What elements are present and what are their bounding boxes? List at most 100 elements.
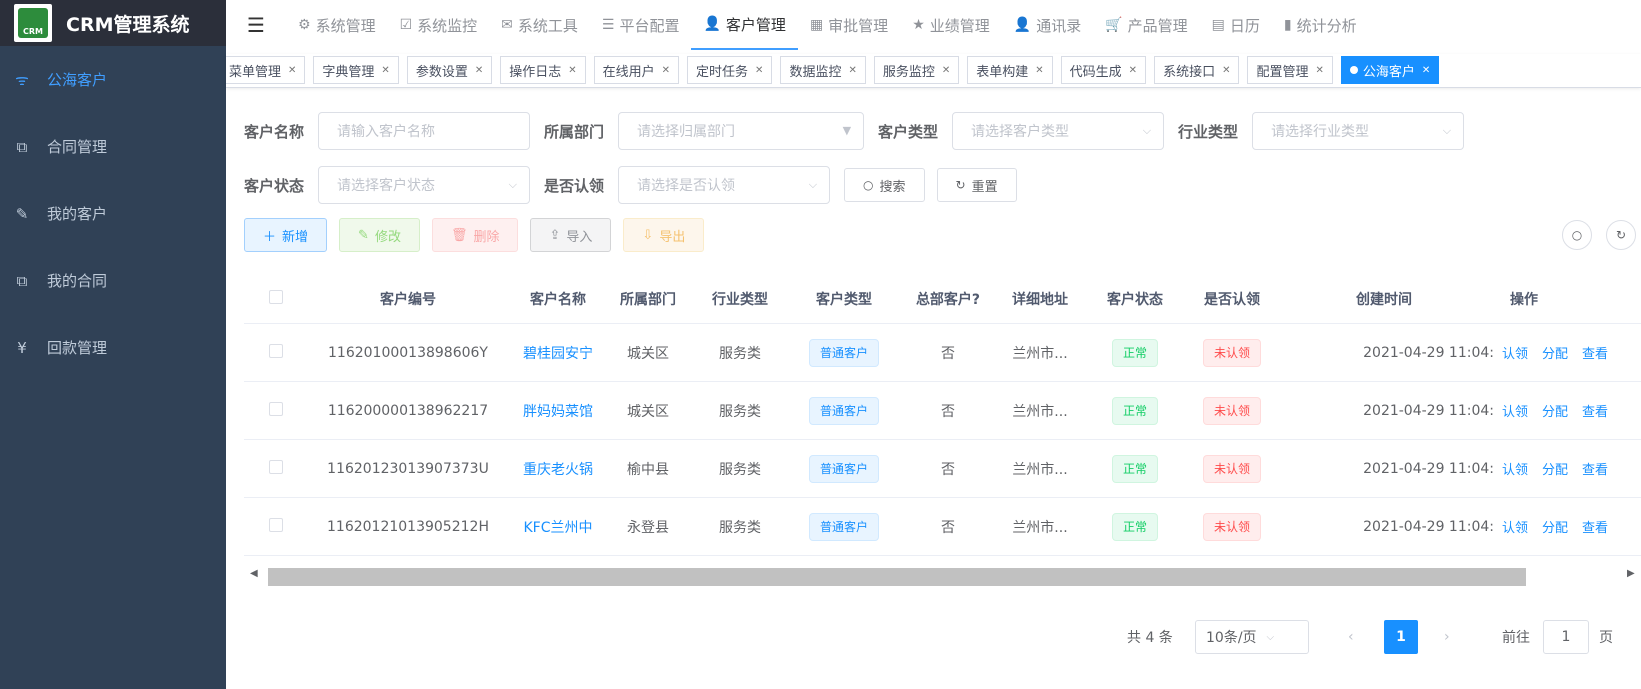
view-link[interactable]: 查看 [1582,517,1608,536]
topnav-platform[interactable]: ☰ 平台配置 [590,0,692,50]
tag-form-build[interactable]: 表单构建 ✕ [967,56,1053,84]
close-icon[interactable]: ✕ [288,65,296,76]
department-select[interactable]: 请选择归属部门 ▼ [618,112,865,150]
export-button[interactable]: ⇩ 导出 [623,218,705,252]
close-icon[interactable]: ✕ [381,65,389,76]
topnav-calendar[interactable]: ▤ 日历 [1200,0,1272,50]
industry-type-select[interactable]: 请选择行业类型 ⌵ [1252,112,1465,150]
sidebar-item-my-contracts[interactable]: ⧉ 我的合同 [0,247,226,314]
claim-link[interactable]: 认领 [1502,459,1528,478]
tag-server-monitor[interactable]: 服务监控 ✕ [873,56,960,84]
tag-dict-mgmt[interactable]: 字典管理 ✕ [313,56,399,84]
close-icon[interactable]: ✕ [475,65,483,76]
cell-name-link[interactable]: 重庆老火锅 [508,459,608,479]
topnav-label: 审批管理 [828,16,889,35]
close-icon[interactable]: ✕ [568,65,576,76]
logo-area[interactable]: CRM CRM管理系统 [0,0,226,46]
close-icon[interactable]: ✕ [1315,65,1323,76]
claimed-select[interactable]: 请选择是否认领 ⌵ [618,166,831,204]
reset-button[interactable]: ↻ 重置 [936,168,1017,202]
table-row[interactable]: 116200000138962217 胖妈妈菜馆 城关区 服务类 普通客户 否 … [244,382,1641,440]
close-icon[interactable]: ✕ [942,65,950,76]
row-checkbox[interactable] [269,343,283,358]
close-icon[interactable]: ✕ [1035,65,1043,76]
tag-oplog[interactable]: 操作日志 ✕ [500,56,586,84]
tag-public-customers[interactable]: 公海客户 ✕ [1340,56,1440,84]
cell-name-link[interactable]: KFC兰州中 [508,517,608,537]
sidebar-item-contracts[interactable]: ⧉ 合同管理 [0,113,226,180]
cell-name-link[interactable]: 胖妈妈菜馆 [508,401,608,421]
tag-config[interactable]: 配置管理 ✕ [1247,56,1333,84]
customer-type-select[interactable]: 请选择客户类型 ⌵ [952,112,1165,150]
search-toggle-icon[interactable]: ○ [1562,220,1592,250]
sidebar-item-payments[interactable]: ¥ 回款管理 [0,314,226,381]
customer-name-input[interactable]: 请输入客户名称 [318,112,531,150]
goto-page-input[interactable]: 1 [1543,620,1589,654]
prev-page-icon[interactable]: ‹ [1348,620,1354,654]
close-icon[interactable]: ✕ [755,65,763,76]
tag-codegen[interactable]: 代码生成 ✕ [1060,56,1147,84]
topnav-stats[interactable]: ▮ 统计分析 [1272,0,1369,50]
topnav-performance[interactable]: ★ 业绩管理 [900,0,1002,50]
claim-link[interactable]: 认领 [1502,517,1528,536]
search-button[interactable]: ○ 搜索 [844,168,925,202]
table-row[interactable]: 11620123013907373U 重庆老火锅 榆中县 服务类 普通客户 否 … [244,440,1641,498]
claim-link[interactable]: 认领 [1502,401,1528,420]
customer-status-select[interactable]: 请选择客户状态 ⌵ [318,166,531,204]
delete-button[interactable]: 🗑 删除 [431,218,519,252]
close-icon[interactable]: ✕ [1129,65,1137,76]
row-checkbox[interactable] [269,517,283,532]
claim-link[interactable]: 认领 [1502,343,1528,362]
horizontal-scrollbar[interactable]: ◀ ▶ [244,562,1641,588]
add-button[interactable]: ＋ 新增 [244,218,328,252]
topnav-system[interactable]: ⚙ 系统管理 [286,0,388,50]
tag-api[interactable]: 系统接口 ✕ [1154,56,1240,84]
close-icon[interactable]: ✕ [662,65,670,76]
row-checkbox[interactable] [269,401,283,416]
page-size-select[interactable]: 10条/页 ⌵ [1195,620,1309,654]
next-page-icon[interactable]: › [1444,620,1450,654]
select-all-checkbox[interactable] [269,289,283,304]
table-row[interactable]: 11620121013905212H KFC兰州中 永登县 服务类 普通客户 否… [244,498,1641,556]
tag-menu-mgmt[interactable]: 菜单管理 ✕ [226,56,306,84]
sidebar-item-my-customers[interactable]: ✎ 我的客户 [0,180,226,247]
scroll-left-icon[interactable]: ◀ [250,568,258,579]
close-icon[interactable]: ✕ [1422,65,1430,76]
cell-name-link[interactable]: 碧桂园安宁 [508,343,608,363]
tag-label: 定时任务 [696,64,749,80]
assign-link[interactable]: 分配 [1542,517,1568,536]
tag-params[interactable]: 参数设置 ✕ [406,56,493,84]
user-icon: 👤 [1013,17,1032,33]
table-row[interactable]: 11620100013898606Y 碧桂园安宁 城关区 服务类 普通客户 否 … [244,324,1641,382]
view-link[interactable]: 查看 [1582,401,1608,420]
assign-link[interactable]: 分配 [1542,343,1568,362]
page-number-active[interactable]: 1 [1384,620,1418,654]
hamburger-icon[interactable]: ☰ [226,13,286,37]
row-checkbox[interactable] [269,459,283,474]
tag-jobs[interactable]: 定时任务 ✕ [687,56,773,84]
refresh-icon[interactable]: ↻ [1606,220,1636,250]
tag-data-monitor[interactable]: 数据监控 ✕ [780,56,866,84]
import-button[interactable]: ⇪ 导入 [530,218,612,252]
topnav-monitor[interactable]: ☑ 系统监控 [388,0,490,50]
close-icon[interactable]: ✕ [1222,65,1230,76]
topnav-contacts[interactable]: 👤 通讯录 [1002,0,1093,50]
assign-link[interactable]: 分配 [1542,459,1568,478]
sidebar-item-public-customers[interactable]: ᯤ 公海客户 [0,46,226,113]
scrollbar-thumb[interactable] [268,568,1526,586]
yen-icon: ¥ [17,338,27,357]
cell-id: 11620100013898606Y [328,344,488,361]
scroll-right-icon[interactable]: ▶ [1627,568,1635,579]
top-navbar: ☰ ⚙ 系统管理 ☑ 系统监控 ✉ 系统工具 ☰ 平台配置 👤 客户管理 ▦ 审批管理 ★ 业… [226,0,1641,50]
claimed-badge: 未认领 [1202,512,1261,541]
tag-online-users[interactable]: 在线用户 ✕ [593,56,680,84]
close-icon[interactable]: ✕ [848,65,856,76]
topnav-tools[interactable]: ✉ 系统工具 [489,0,590,50]
assign-link[interactable]: 分配 [1542,401,1568,420]
edit-button[interactable]: ✎ 修改 [339,218,420,252]
topnav-customers[interactable]: 👤 客户管理 [691,0,798,50]
view-link[interactable]: 查看 [1582,343,1608,362]
topnav-products[interactable]: 🛒 产品管理 [1093,0,1199,50]
view-link[interactable]: 查看 [1582,459,1608,478]
topnav-approval[interactable]: ▦ 审批管理 [798,0,900,50]
